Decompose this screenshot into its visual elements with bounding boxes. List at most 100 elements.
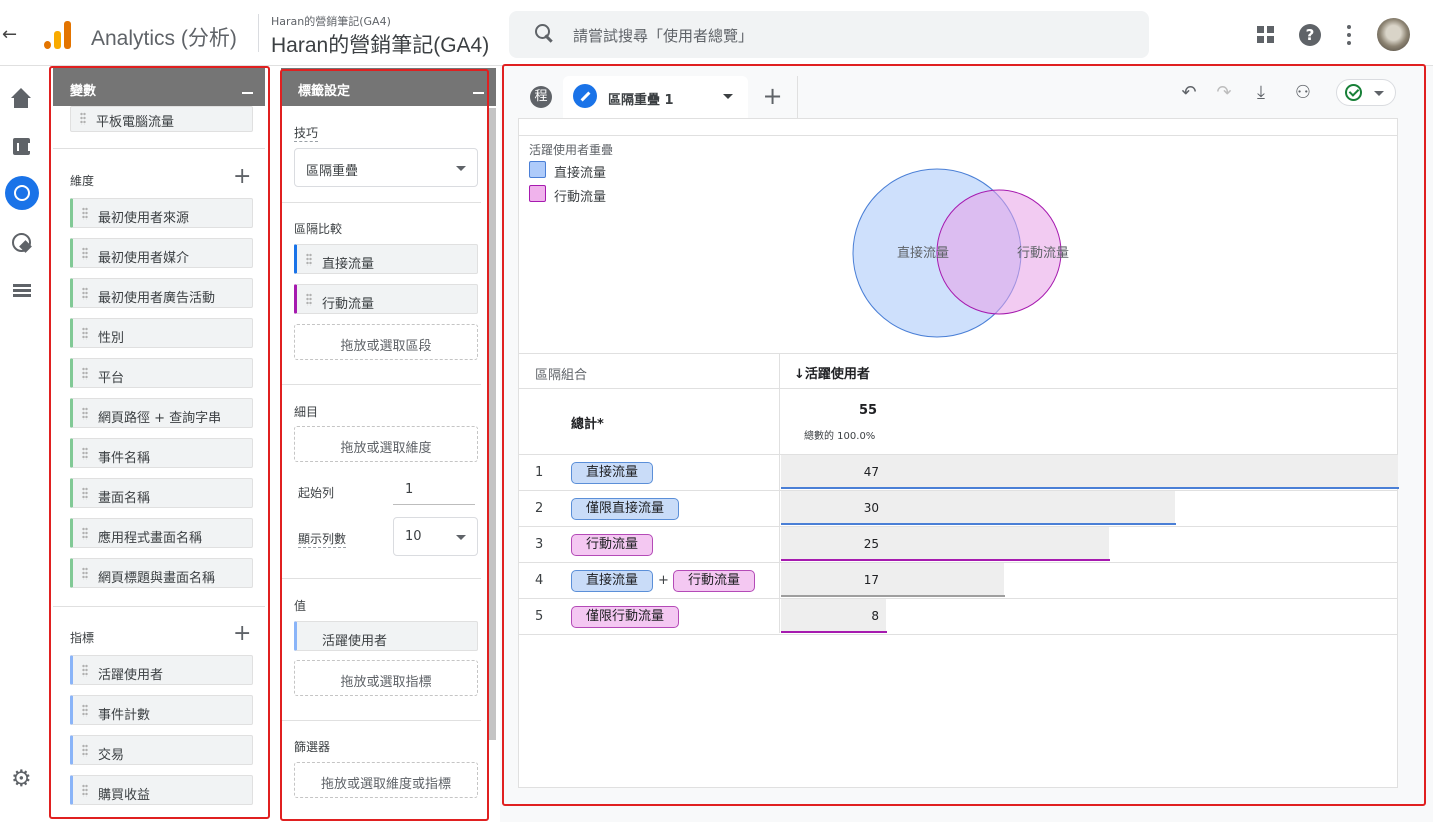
panel-title: 變數 — [70, 84, 97, 99]
drag-handle-icon[interactable] — [82, 407, 88, 420]
metric-chip[interactable]: 活躍使用者 — [70, 655, 253, 685]
more-vert-icon[interactable] — [1346, 25, 1352, 45]
redo-icon[interactable]: ↷ — [1213, 82, 1235, 104]
drag-handle-icon[interactable] — [82, 784, 88, 797]
venn-diagram[interactable]: 直接流量 行動流量 — [849, 159, 1079, 343]
value-metric-chip[interactable]: 活躍使用者 — [294, 621, 478, 651]
metric-chip[interactable]: 事件計數 — [70, 695, 253, 725]
settings-gear-icon[interactable] — [11, 766, 33, 792]
drag-handle-icon[interactable] — [80, 112, 86, 125]
column-header-active-users[interactable]: ↓活躍使用者 — [794, 363, 870, 382]
dimension-chip[interactable]: 平台 — [70, 358, 253, 388]
column-header-segment[interactable]: 區隔組合 — [535, 364, 587, 383]
status-check-button[interactable] — [1336, 79, 1396, 106]
drag-handle-icon[interactable] — [82, 527, 88, 540]
property-name[interactable]: Haran的營銷筆記(GA4) — [271, 29, 489, 59]
avatar[interactable] — [1377, 18, 1410, 51]
dimension-chip[interactable]: 最初使用者來源 — [70, 198, 253, 228]
chip-label: 最初使用者廣告活動 — [98, 291, 216, 306]
metric-chip[interactable]: 購買收益 — [70, 775, 253, 805]
segment-tag[interactable]: 僅限行動流量 — [571, 606, 680, 628]
explore-icon[interactable] — [5, 176, 39, 210]
start-row-input[interactable]: 1 — [393, 478, 475, 505]
collapse-icon[interactable] — [242, 80, 253, 94]
tab-settings-scrollbar[interactable] — [489, 108, 496, 740]
add-metric-icon[interactable]: + — [233, 621, 251, 646]
dimension-chip[interactable]: 網頁路徑 + 查詢字串 — [70, 398, 253, 428]
drag-handle-icon[interactable] — [82, 447, 88, 460]
tab-segment-overlap[interactable]: 區隔重疊 1 — [563, 76, 748, 118]
chevron-down-icon[interactable] — [723, 94, 733, 99]
variables-panel-header: 變數 — [53, 68, 265, 106]
home-icon[interactable] — [11, 88, 33, 110]
share-user-add-icon[interactable]: ⚇ — [1290, 82, 1316, 104]
dimension-chip[interactable]: 畫面名稱 — [70, 478, 253, 508]
dimension-chip[interactable]: 性別 — [70, 318, 253, 348]
advertising-icon[interactable] — [11, 232, 33, 254]
configure-list-icon[interactable] — [11, 280, 33, 302]
drag-handle-icon[interactable] — [306, 293, 312, 306]
segment-tag[interactable]: 行動流量 — [571, 534, 654, 556]
drag-handle-icon[interactable] — [82, 367, 88, 380]
search-bar[interactable]: 請嘗試搜尋「使用者總覽」 — [509, 11, 1149, 58]
segment-direct-chip[interactable]: 直接流量 — [294, 244, 478, 274]
drag-handle-icon[interactable] — [82, 744, 88, 757]
segment-dropzone[interactable]: 拖放或選取區段 — [294, 324, 478, 360]
edit-pencil-icon[interactable] — [573, 84, 597, 108]
segment-mobile-chip[interactable]: 行動流量 — [294, 284, 478, 314]
table-row[interactable]: 3 25 行動流量 — [519, 527, 1397, 563]
segment-tag[interactable]: 直接流量 — [571, 570, 654, 592]
drag-handle-icon[interactable] — [82, 664, 88, 677]
segment-tag[interactable]: 僅限直接流量 — [571, 498, 680, 520]
chip-label: 直接流量 — [322, 257, 375, 272]
venn-title: 活躍使用者重疊 — [529, 143, 614, 157]
drag-handle-icon[interactable] — [82, 327, 88, 340]
undo-icon[interactable]: ↶ — [1178, 82, 1200, 104]
row-index: 5 — [535, 609, 544, 624]
chip-label: 購買收益 — [98, 788, 151, 803]
add-tab-button[interactable]: + — [748, 76, 798, 118]
row-index: 3 — [535, 537, 544, 552]
technique-label: 技巧 — [294, 126, 319, 142]
drag-handle-icon[interactable] — [82, 207, 88, 220]
row-index: 4 — [535, 573, 544, 588]
breakdown-dropzone[interactable]: 拖放或選取維度 — [294, 426, 478, 462]
dimension-chip[interactable]: 最初使用者廣告活動 — [70, 278, 253, 308]
table-row[interactable]: 4 17 直接流量 + 行動流量 — [519, 563, 1397, 599]
search-input[interactable]: 請嘗試搜尋「使用者總覽」 — [573, 25, 753, 46]
values-dropzone[interactable]: 拖放或選取指標 — [294, 660, 478, 696]
dimension-chip[interactable]: 最初使用者媒介 — [70, 238, 253, 268]
segment-chip[interactable]: 平板電腦流量 — [70, 106, 253, 132]
technique-select[interactable]: 區隔重疊 — [294, 148, 478, 187]
drag-handle-icon[interactable] — [82, 287, 88, 300]
row-value: 47 — [863, 465, 879, 479]
account-name[interactable]: Haran的營銷筆記(GA4) — [271, 13, 391, 29]
metric-chip[interactable]: 交易 — [70, 735, 253, 765]
add-dimension-icon[interactable]: + — [233, 164, 251, 189]
dimension-chip[interactable]: 應用程式畫面名稱 — [70, 518, 253, 548]
chip-label: 事件名稱 — [98, 451, 151, 466]
arrow-left-icon[interactable]: ← — [2, 24, 17, 45]
analytics-logo-icon[interactable] — [44, 19, 74, 49]
filters-dropzone[interactable]: 拖放或選取維度或指標 — [294, 762, 478, 798]
drag-handle-icon[interactable] — [82, 567, 88, 580]
help-icon[interactable]: ? — [1299, 24, 1321, 46]
reports-icon[interactable] — [11, 136, 33, 158]
download-icon[interactable]: ⤓ — [1250, 82, 1272, 104]
tab-shape-icon[interactable]: 程 — [530, 86, 552, 108]
collapse-icon[interactable] — [473, 80, 484, 94]
segment-tag[interactable]: 行動流量 — [673, 570, 756, 592]
table-row[interactable]: 2 30 僅限直接流量 — [519, 491, 1397, 527]
tab-label: 區隔重疊 1 — [608, 93, 674, 108]
table-row[interactable]: 5 8 僅限行動流量 — [519, 599, 1397, 635]
drag-handle-icon[interactable] — [82, 247, 88, 260]
drag-handle-icon[interactable] — [82, 704, 88, 717]
apps-grid-icon[interactable] — [1257, 26, 1275, 44]
table-row[interactable]: 1 47 直接流量 — [519, 455, 1399, 491]
drag-handle-icon[interactable] — [306, 253, 312, 266]
segment-tag[interactable]: 直接流量 — [571, 462, 654, 484]
dimension-chip[interactable]: 網頁標題與畫面名稱 — [70, 558, 253, 588]
show-rows-select[interactable]: 10 — [393, 517, 478, 556]
drag-handle-icon[interactable] — [82, 487, 88, 500]
dimension-chip[interactable]: 事件名稱 — [70, 438, 253, 468]
